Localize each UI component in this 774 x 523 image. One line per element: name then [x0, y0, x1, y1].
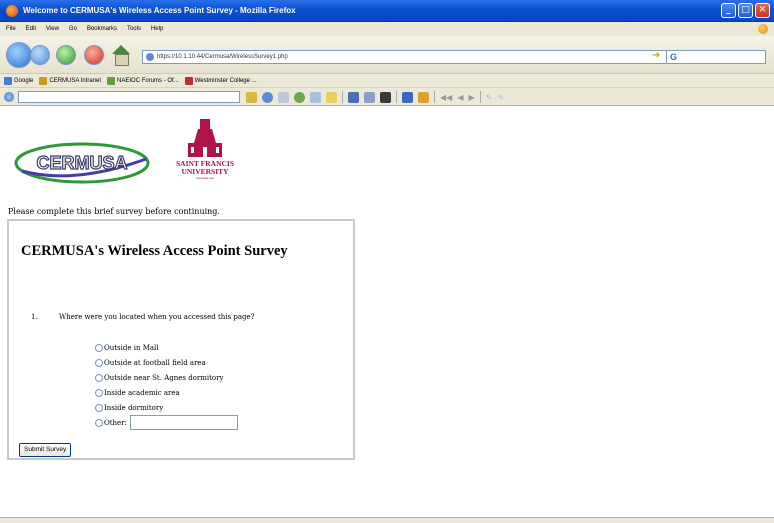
close-button[interactable]: ✕ [755, 3, 770, 18]
option-label: Inside dormitory [104, 403, 164, 412]
radio-button[interactable] [95, 418, 103, 427]
prev-icon[interactable]: ◀ [457, 93, 463, 102]
maximize-button[interactable]: □ [738, 3, 753, 18]
grad-cap-icon[interactable] [380, 91, 391, 103]
radio-button[interactable] [95, 403, 103, 412]
google-search-icon: G [670, 52, 678, 62]
cursor-icon[interactable] [364, 91, 375, 103]
survey-panel: CERMUSA's Wireless Access Point Survey 1… [7, 219, 355, 460]
toolbar-separator [479, 91, 481, 103]
question-text: Where were you located when you accessed… [59, 313, 255, 321]
chat-icon[interactable] [326, 91, 337, 103]
bookmark-cermusa-intranet[interactable]: CERMUSA Intranet [39, 76, 101, 85]
search-box[interactable]: G [666, 50, 766, 64]
abc-icon[interactable] [418, 91, 429, 103]
other-text-input[interactable] [129, 415, 238, 430]
cermusa-logo: CERMUSA [14, 142, 150, 184]
highlighter-icon[interactable]: ✎ [486, 93, 493, 102]
toolbar-logo-icon[interactable] [4, 92, 14, 102]
window-titlebar: Welcome to CERMUSA's Wireless Access Poi… [0, 0, 774, 22]
option-academic-area[interactable]: Inside academic area [95, 385, 238, 400]
saint-francis-crest-icon [188, 119, 222, 157]
flower-icon[interactable] [294, 91, 305, 103]
radio-button[interactable] [95, 373, 103, 382]
toolbar-separator [342, 91, 343, 103]
radio-button[interactable] [95, 358, 103, 367]
bookmark-google[interactable]: Google [4, 76, 33, 85]
toolbar-search-input[interactable] [18, 91, 240, 103]
minimize-button[interactable]: _ [721, 3, 736, 18]
heart-icon[interactable] [310, 91, 321, 103]
radio-button[interactable] [95, 343, 103, 352]
throbber-icon [758, 24, 768, 34]
answer-options: Outside in Mall Outside at football fiel… [95, 340, 238, 430]
page-icon[interactable] [278, 91, 289, 103]
menu-tools[interactable]: Tools [127, 26, 141, 32]
window-controls: _ □ ✕ [721, 3, 770, 18]
intro-text: Please complete this brief survey before… [8, 207, 220, 216]
forum-icon [107, 76, 116, 85]
forward-button[interactable] [30, 45, 50, 65]
bookmark-westminster-college[interactable]: Westminster College ... [184, 76, 257, 85]
saint-francis-wordmark: SAINT FRANCIS UNIVERSITY FOUNDED 1847 [175, 159, 234, 181]
menu-view[interactable]: View [46, 26, 59, 32]
menu-file[interactable]: File [6, 26, 16, 32]
saint-francis-logo: SAINT FRANCIS UNIVERSITY FOUNDED 1847 [160, 117, 250, 189]
next-icon[interactable]: ▶ [468, 93, 474, 102]
window-title: Welcome to CERMUSA's Wireless Access Poi… [23, 6, 296, 15]
url-bar[interactable]: https://10.1.10.44/Cermusa/WirelessSurve… [142, 50, 690, 64]
people-icon[interactable] [402, 91, 413, 103]
menu-help[interactable]: Help [151, 26, 163, 32]
menu-go[interactable]: Go [69, 26, 77, 32]
stop-button[interactable] [84, 45, 104, 65]
bookmarks-toolbar: Google CERMUSA Intranet NAEIOC Forums - … [0, 74, 774, 88]
svg-text:CERMUSA: CERMUSA [36, 153, 127, 173]
reload-button[interactable] [56, 45, 76, 65]
go-icon[interactable]: ➜ [652, 50, 660, 61]
option-label: Inside academic area [104, 388, 180, 397]
radio-button[interactable] [95, 388, 103, 397]
option-football-field[interactable]: Outside at football field area [95, 355, 238, 370]
pencil-icon[interactable] [246, 91, 257, 103]
option-other[interactable]: Other: [95, 415, 238, 430]
firefox-icon [6, 4, 18, 17]
lightbulb-icon [39, 76, 48, 85]
option-label: Outside in Mall [104, 343, 159, 352]
globe-icon[interactable] [262, 91, 273, 103]
submit-survey-button[interactable]: Submit Survey [19, 443, 72, 457]
option-label: Other: [104, 418, 127, 427]
home-button[interactable] [110, 45, 132, 66]
question-number: 1. [31, 313, 38, 321]
site-icon [146, 53, 154, 61]
eraser-icon[interactable]: ✎ [497, 93, 504, 102]
back-button[interactable] [6, 42, 32, 68]
college-icon [184, 76, 193, 85]
menu-bar: File Edit View Go Bookmarks Tools Help [0, 22, 774, 36]
rewind-icon[interactable]: ◀◀ [440, 93, 452, 102]
binoculars-icon[interactable] [348, 91, 359, 103]
option-label: Outside at football field area [104, 358, 206, 367]
option-outside-mall[interactable]: Outside in Mall [95, 340, 238, 355]
survey-title: CERMUSA's Wireless Access Point Survey [21, 243, 288, 259]
page-content: CERMUSA SAINT FRANCIS UNIVERSITY FOUNDED… [0, 107, 774, 517]
navigation-toolbar: https://10.1.10.44/Cermusa/WirelessSurve… [0, 36, 774, 74]
bookmark-naeioc-forums[interactable]: NAEIOC Forums - Of... [107, 76, 179, 85]
toolbar-tools: ◀◀ ◀ ▶ ✎ ✎ [246, 91, 504, 103]
option-st-agnes[interactable]: Outside near St. Agnes dormitory [95, 370, 238, 385]
toolbar-separator [434, 91, 435, 103]
menu-edit[interactable]: Edit [26, 26, 36, 32]
option-label: Outside near St. Agnes dormitory [104, 373, 224, 382]
extension-toolbar: ◀◀ ◀ ▶ ✎ ✎ [0, 88, 774, 106]
google-icon [4, 76, 12, 85]
toolbar-separator [396, 91, 397, 103]
url-text: https://10.1.10.44/Cermusa/WirelessSurve… [157, 54, 288, 60]
menu-bookmarks[interactable]: Bookmarks [87, 26, 117, 32]
option-dormitory[interactable]: Inside dormitory [95, 400, 238, 415]
status-bar [0, 517, 774, 523]
